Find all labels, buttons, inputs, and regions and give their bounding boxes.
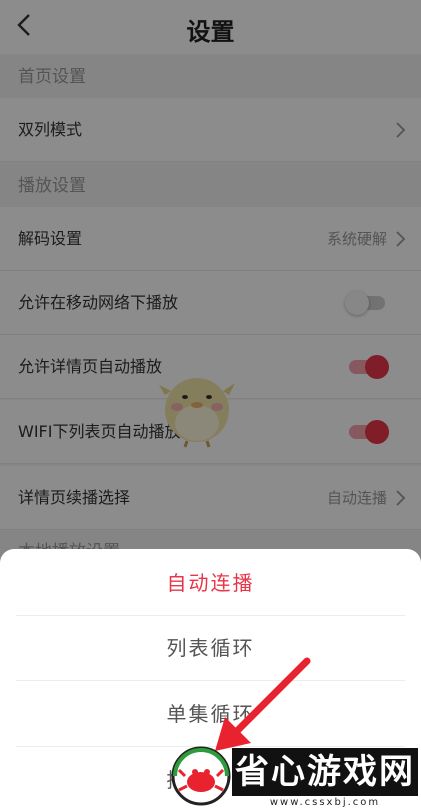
red-arrow-icon [215, 657, 311, 751]
crab-logo-icon [171, 746, 231, 806]
watermark-url: www.cssxbj.com [269, 797, 381, 808]
watermark-text: 省心游戏网 [232, 748, 418, 796]
option-auto-continue[interactable]: 自动连播 [16, 551, 405, 615]
